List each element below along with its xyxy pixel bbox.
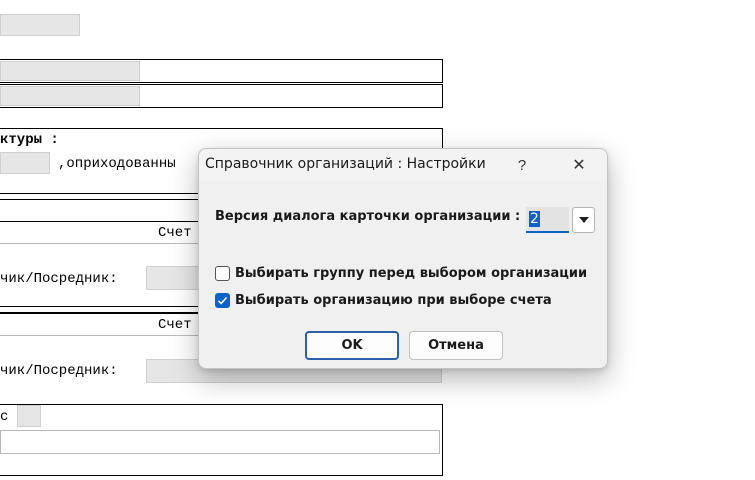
- help-button[interactable]: ?: [502, 149, 542, 181]
- checkbox-select-org-label: Выбирать организацию при выборе счета: [235, 293, 552, 308]
- account-label-1: Счет: [158, 225, 192, 241]
- intermediary-label-1: чик/Посредник:: [0, 271, 118, 287]
- structure-label: ктуры :: [0, 132, 59, 148]
- cancel-button[interactable]: Отмена: [409, 331, 503, 360]
- close-icon: ✕: [572, 157, 586, 174]
- checkbox-select-group[interactable]: Выбирать группу перед выбором организаци…: [215, 265, 595, 283]
- checkmark-icon: [217, 296, 228, 305]
- close-button[interactable]: ✕: [559, 149, 599, 181]
- dialog-titlebar[interactable]: Справочник организаций : Настройки ? ✕: [199, 149, 607, 181]
- field-row-2-fill: [0, 86, 140, 106]
- ok-button[interactable]: OK: [305, 331, 399, 360]
- account-label-2: Счет: [158, 317, 192, 333]
- version-label: Версия диалога карточки организации :: [215, 209, 521, 224]
- checkbox-select-org[interactable]: Выбирать организацию при выборе счета: [215, 292, 595, 310]
- version-dropdown-button[interactable]: [572, 207, 595, 233]
- top-gray-field[interactable]: [0, 14, 80, 36]
- settings-dialog: Справочник организаций : Настройки ? ✕ В…: [198, 148, 608, 369]
- received-label: ,оприходованны: [58, 156, 176, 172]
- intermediary-field-1[interactable]: [146, 266, 206, 290]
- chevron-down-icon: [578, 217, 589, 223]
- help-icon: ?: [517, 156, 527, 174]
- dialog-title: Справочник организаций : Настройки: [205, 156, 486, 172]
- received-field[interactable]: [0, 152, 50, 174]
- bottom-inner-field[interactable]: [0, 430, 440, 454]
- intermediary-label-2: чик/Посредник:: [0, 363, 118, 379]
- c-field[interactable]: [17, 405, 41, 427]
- checkbox-select-group-label: Выбирать группу перед выбором организаци…: [235, 266, 588, 281]
- version-value: 2: [529, 211, 540, 227]
- version-combobox[interactable]: 2: [526, 207, 595, 233]
- c-label: с: [0, 409, 9, 425]
- checkbox-select-org-box[interactable]: [215, 293, 230, 308]
- version-input[interactable]: 2: [526, 207, 569, 233]
- field-row-1-fill: [0, 61, 140, 81]
- checkbox-select-group-box[interactable]: [215, 266, 230, 281]
